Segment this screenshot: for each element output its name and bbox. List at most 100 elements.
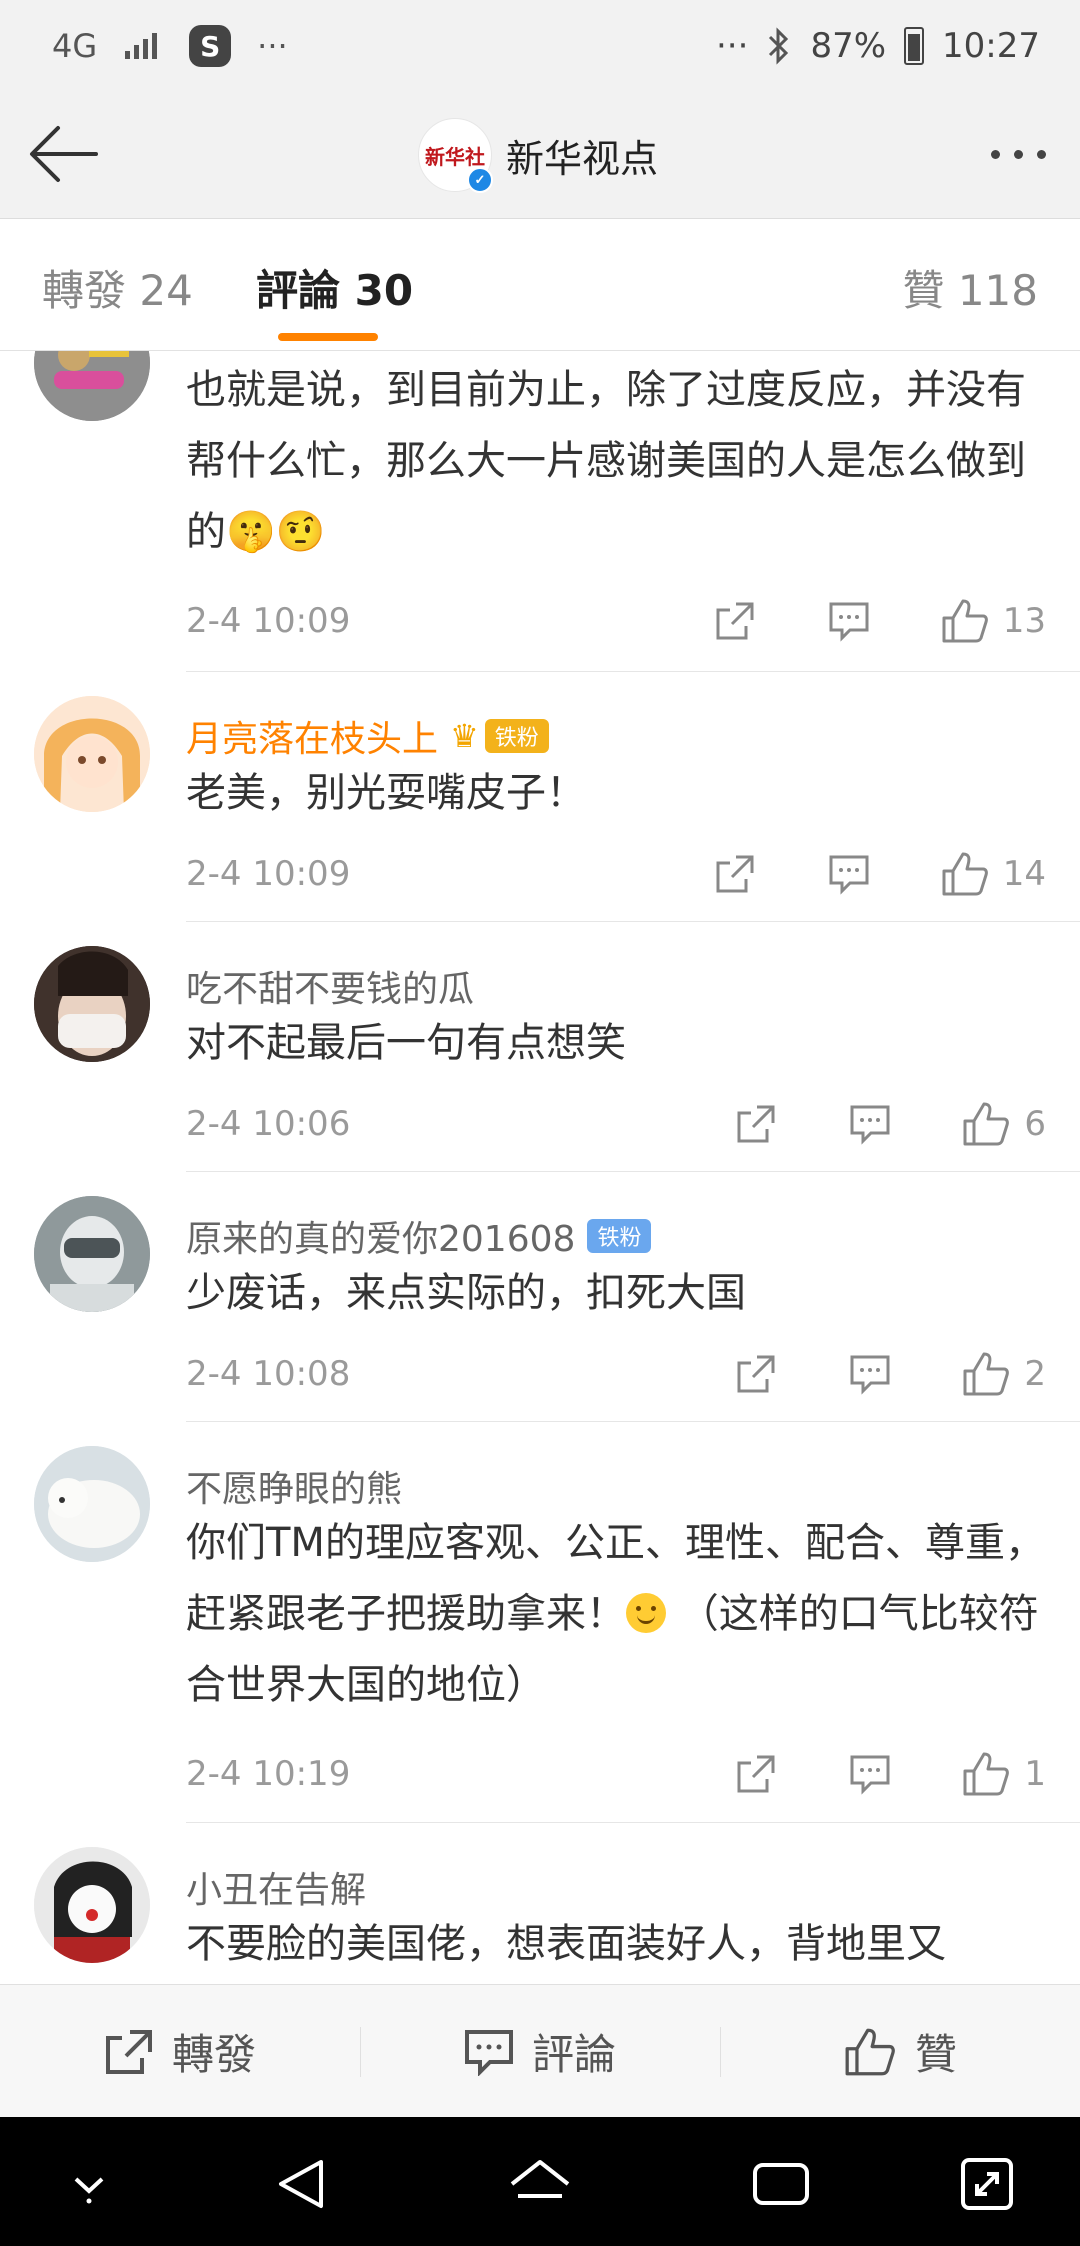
comment-username[interactable]: 月亮落在枝头上 ♛ 铁粉 <box>186 710 549 762</box>
account-header[interactable]: 新华社 ✓ 新华视点 <box>418 118 658 193</box>
like-count: 13 <box>1002 601 1046 641</box>
comment-text: 老美，别光耍嘴皮子！ <box>186 770 586 816</box>
comment-text: 你们TM的理应客观、公正、理性、配合、尊重，赶紧跟老子把援助拿来！ （这样的口气… <box>186 1520 1045 1708</box>
battery-percent: 87% <box>810 26 887 66</box>
tab-bar: 轉發 24 評論 30 贊 118 <box>0 219 1080 351</box>
user-avatar[interactable] <box>34 351 150 421</box>
avatar-image <box>34 351 150 421</box>
chevron-down-icon <box>74 2177 104 2204</box>
comment-button[interactable]: 評論 <box>360 1985 720 2118</box>
expand-icon <box>961 2158 1013 2210</box>
share-icon[interactable] <box>734 1352 778 1396</box>
nav-home-button[interactable] <box>505 2149 575 2219</box>
network-indicator: 4G <box>52 27 98 65</box>
share-icon[interactable] <box>713 599 757 643</box>
battery-icon <box>904 27 925 65</box>
nav-expand-button[interactable] <box>952 2149 1022 2219</box>
comment-text: 也就是说，到目前为止，除了过度反应，并没有帮什么忙，那么大一片感谢美国的人是怎么… <box>186 367 1026 555</box>
status-bar: 4G S ··· ··· 87% 10:27 <box>0 0 1080 90</box>
comment-username[interactable]: 原来的真的爱你201608 铁粉 <box>186 1210 652 1262</box>
comment-meta: 2-4 10:09 14 <box>186 844 1046 904</box>
comment-meta: 2-4 10:19 1 <box>186 1744 1046 1804</box>
triangle-back-icon <box>279 2160 323 2208</box>
back-arrow-icon <box>30 126 98 182</box>
thumb-up-icon <box>942 852 988 896</box>
app-s-icon: S <box>189 25 232 67</box>
user-avatar[interactable] <box>34 1196 150 1312</box>
more-dot-icon <box>1013 149 1023 159</box>
tab-reposts[interactable]: 轉發 24 <box>42 257 193 318</box>
comment-time: 2-4 10:06 <box>186 1104 351 1144</box>
like-count: 1 <box>1024 1754 1046 1794</box>
user-avatar[interactable] <box>34 1446 150 1562</box>
status-more: ··· <box>716 26 749 66</box>
like-count: 2 <box>1024 1354 1046 1394</box>
tab-likes[interactable]: 贊 118 <box>902 257 1038 318</box>
more-dot-icon <box>1036 149 1046 159</box>
share-icon[interactable] <box>734 1102 778 1146</box>
hide-keyboard-button[interactable] <box>54 2149 124 2219</box>
thumb-up-icon <box>963 1102 1010 1146</box>
avatar-image <box>34 946 150 1062</box>
share-icon[interactable] <box>713 852 757 896</box>
reply-icon[interactable] <box>848 1752 892 1796</box>
verified-icon: ✓ <box>467 167 493 193</box>
divider <box>186 921 1080 922</box>
reply-icon[interactable] <box>848 1352 892 1396</box>
avatar-image <box>34 1196 150 1312</box>
reply-icon[interactable] <box>827 599 871 643</box>
top-nav-bar: 新华社 ✓ 新华视点 <box>0 90 1080 219</box>
user-avatar[interactable] <box>34 1847 150 1963</box>
like-button[interactable]: 1 <box>962 1751 1046 1797</box>
comment-time: 2-4 10:08 <box>186 1354 351 1394</box>
home-icon <box>510 2160 570 2198</box>
fan-badge: 铁粉 <box>484 719 549 753</box>
like-button[interactable]: 2 <box>962 1351 1046 1397</box>
recents-icon <box>753 2163 809 2205</box>
account-name[interactable]: 新华视点 <box>506 128 658 183</box>
reply-icon[interactable] <box>848 1102 892 1146</box>
more-options-button[interactable] <box>978 134 1058 174</box>
fan-badge: 铁粉 <box>587 1219 652 1253</box>
avatar-image <box>34 1847 150 1963</box>
thumb-up-icon <box>845 2028 895 2075</box>
comment-icon <box>464 2029 513 2076</box>
like-count: 6 <box>1024 1104 1046 1144</box>
thumb-up-icon <box>963 1752 1010 1796</box>
share-icon[interactable] <box>734 1752 778 1796</box>
comment-meta: 2-4 10:09 13 <box>186 591 1046 651</box>
divider <box>186 671 1080 672</box>
comment-text: 不要脸的美国佬，想表面装好人，背地里又 <box>186 1921 946 1967</box>
back-button[interactable] <box>26 118 106 190</box>
like-button[interactable]: 13 <box>941 598 1046 644</box>
avatar-image <box>34 696 150 812</box>
like-post-button[interactable]: 贊 <box>720 1985 1080 2118</box>
comment-username[interactable]: 吃不甜不要钱的瓜 <box>186 960 474 1012</box>
reply-icon[interactable] <box>827 852 871 896</box>
comment-username[interactable]: 小丑在告解 <box>186 1861 366 1913</box>
comment-text: 对不起最后一句有点想笑 <box>186 1020 626 1066</box>
tab-comments[interactable]: 評論 30 <box>256 257 413 318</box>
clock: 10:27 <box>942 26 1040 66</box>
crown-icon: ♛ <box>450 717 479 755</box>
comment-time: 2-4 10:19 <box>186 1754 351 1794</box>
logo-text: 新华社 <box>425 144 485 169</box>
nav-recents-button[interactable] <box>746 2149 816 2219</box>
comment-time: 2-4 10:09 <box>186 854 351 894</box>
comment-username[interactable]: 不愿睁眼的熊 <box>186 1460 402 1512</box>
repost-button[interactable]: 轉發 <box>0 1985 360 2118</box>
divider <box>186 1421 1080 1422</box>
user-avatar[interactable] <box>34 946 150 1062</box>
active-tab-indicator <box>278 333 378 341</box>
comment-meta: 2-4 10:06 6 <box>186 1094 1046 1154</box>
comment-text: 少废话，来点实际的，扣死大国 <box>186 1270 746 1316</box>
like-button[interactable]: 14 <box>941 851 1046 897</box>
account-avatar[interactable]: 新华社 ✓ <box>418 118 493 193</box>
repost-icon <box>105 2029 152 2074</box>
user-avatar[interactable] <box>34 696 150 812</box>
more-dot-icon <box>990 149 1000 159</box>
like-button[interactable]: 6 <box>962 1101 1046 1147</box>
thumb-up-icon <box>942 599 988 643</box>
nav-back-button[interactable] <box>266 2149 336 2219</box>
comment-list[interactable]: 也就是说，到目前为止，除了过度反应，并没有帮什么忙，那么大一片感谢美国的人是怎么… <box>0 351 1080 1984</box>
